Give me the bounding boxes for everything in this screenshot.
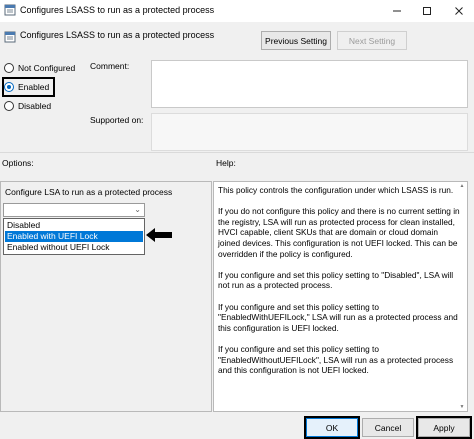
options-label: Options: — [2, 158, 34, 168]
next-setting-button[interactable]: Next Setting — [337, 31, 407, 50]
radio-disabled[interactable]: Disabled — [4, 99, 51, 113]
dropdown-option-enabled-with-uefi-lock[interactable]: Enabled with UEFI Lock — [5, 231, 143, 242]
policy-title: Configures LSASS to run as a protected p… — [20, 30, 215, 40]
radio-not-configured[interactable]: Not Configured — [4, 61, 75, 75]
help-panel: This policy controls the configuration u… — [213, 181, 468, 412]
left-arrow-icon — [146, 228, 172, 242]
radio-circle[interactable] — [4, 101, 14, 111]
close-button[interactable] — [444, 0, 474, 22]
radio-label: Not Configured — [18, 63, 76, 73]
lsa-mode-combobox[interactable]: ⌄ — [3, 203, 145, 217]
comment-label: Comment: — [90, 61, 130, 71]
help-paragraph: If you configure and set this policy set… — [218, 269, 454, 291]
policy-settings-icon — [4, 4, 16, 16]
dropdown-option-enabled-without-uefi-lock[interactable]: Enabled without UEFI Lock — [5, 242, 143, 253]
cancel-button[interactable]: Cancel — [362, 418, 414, 437]
options-caption: Configure LSA to run as a protected proc… — [5, 187, 173, 197]
enabled-highlight-box — [2, 77, 55, 97]
minimize-icon — [393, 10, 401, 12]
radio-circle[interactable] — [4, 63, 14, 73]
radio-label: Disabled — [18, 101, 52, 111]
help-paragraph: If you configure and set this policy set… — [218, 301, 458, 333]
policy-settings-icon — [4, 31, 16, 43]
minimize-button[interactable] — [382, 0, 412, 22]
dropdown-option-disabled[interactable]: Disabled — [5, 220, 143, 231]
section-divider — [0, 152, 474, 153]
lsa-mode-dropdown-list: Disabled Enabled with UEFI Lock Enabled … — [3, 218, 145, 255]
apply-button[interactable]: Apply — [418, 418, 470, 437]
help-label: Help: — [216, 158, 236, 168]
help-paragraph: This policy controls the configuration u… — [218, 185, 454, 195]
maximize-icon — [423, 7, 431, 15]
ok-button[interactable]: OK — [306, 418, 358, 437]
help-text: This policy controls the configuration u… — [218, 185, 462, 386]
chevron-down-icon[interactable]: ⌄ — [134, 205, 141, 214]
help-paragraph: If you do not configure this policy and … — [218, 206, 460, 259]
help-paragraph: If you configure and set this policy set… — [218, 343, 454, 376]
comment-textarea[interactable] — [151, 60, 468, 108]
window-title: Configures LSASS to run as a protected p… — [20, 5, 215, 15]
previous-setting-button[interactable]: Previous Setting — [261, 31, 331, 50]
supported-on-field — [151, 113, 468, 151]
maximize-button[interactable] — [412, 0, 442, 22]
help-scrollbar[interactable]: ▲ ▼ — [458, 183, 466, 410]
supported-on-label: Supported on: — [90, 115, 144, 125]
close-icon — [455, 7, 463, 15]
